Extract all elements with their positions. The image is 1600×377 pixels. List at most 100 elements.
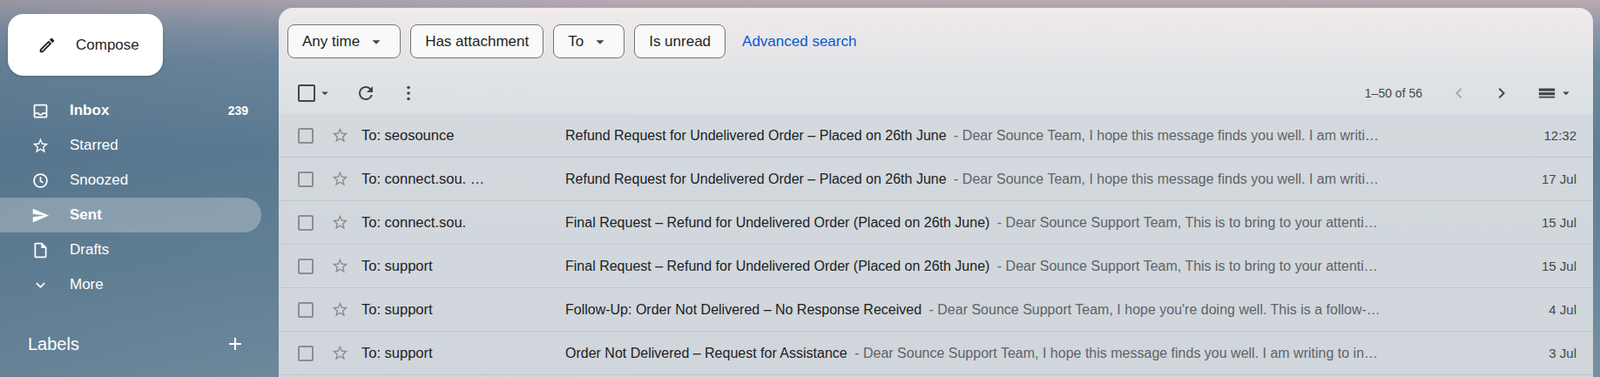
send-icon — [31, 206, 50, 225]
chevron-right-icon[interactable] — [1491, 82, 1513, 104]
recipient: To: seosounce — [361, 127, 566, 144]
inbox-icon — [31, 101, 50, 121]
subject: Follow-Up: Order Not Delivered – No Resp… — [565, 302, 922, 318]
snippet: - Dear Sounce Support Team, This is to b… — [997, 215, 1378, 230]
star-icon[interactable] — [330, 169, 350, 189]
date: 15 Jul — [1506, 258, 1577, 274]
filter-label: Any time — [302, 33, 360, 51]
labels-header: Labels — [0, 323, 262, 365]
recipient: To: connect.sou. — [361, 214, 566, 231]
subject-line: Follow-Up: Order Not Delivered – No Resp… — [565, 302, 1493, 318]
snippet: - Dear Sounce Team, I hope this message … — [953, 128, 1379, 143]
snippet: - Dear Sounce Support Team, I hope you'r… — [929, 302, 1381, 318]
dropdown-caret-icon — [590, 32, 610, 52]
draft-file-icon — [31, 241, 50, 260]
filter-chip[interactable]: Has attachment — [410, 24, 544, 59]
snippet: - Dear Sounce Support Team, This is to b… — [997, 258, 1378, 274]
message-row[interactable]: To: connect.sou. Final Request – Refund … — [278, 201, 1594, 245]
compose-label: Compose — [75, 36, 140, 55]
dropdown-caret-icon — [1558, 85, 1574, 102]
subject-line: Order Not Delivered – Request for Assist… — [565, 345, 1493, 362]
sidebar-item-label: More — [69, 276, 249, 294]
star-icon[interactable] — [330, 213, 350, 232]
select-all-checkbox[interactable] — [297, 84, 333, 102]
filter-label: To — [567, 33, 584, 51]
row-checkbox[interactable] — [297, 302, 314, 318]
row-checkbox[interactable] — [297, 215, 314, 231]
message-row[interactable]: To: support Follow-Up: Order Not Deliver… — [278, 288, 1594, 332]
sidebar-item-label: Inbox — [69, 101, 229, 120]
star-icon[interactable] — [330, 256, 350, 276]
date: 15 Jul — [1506, 215, 1577, 230]
chevron-down-icon — [31, 276, 50, 295]
checkbox-box — [297, 84, 316, 102]
filter-label: Has attachment — [425, 33, 529, 51]
subject-line: Final Request – Refund for Undelivered O… — [565, 258, 1493, 275]
recipient: To: support — [361, 257, 566, 275]
filter-chip[interactable]: Any time — [287, 24, 401, 59]
message-row[interactable]: To: connect.sou. … Refund Request for Un… — [278, 157, 1594, 202]
date: 4 Jul — [1506, 302, 1577, 318]
dropdown-caret-icon — [317, 85, 333, 102]
row-checkbox[interactable] — [297, 128, 314, 144]
labels-title: Labels — [27, 334, 80, 355]
filter-chip[interactable]: To — [553, 24, 625, 59]
chevron-left-icon[interactable] — [1448, 82, 1470, 104]
density-icon — [1537, 83, 1557, 103]
subject-line: Refund Request for Undelivered Order – P… — [565, 171, 1493, 188]
plus-icon[interactable] — [224, 333, 246, 355]
star-icon[interactable] — [330, 300, 350, 319]
clock-icon — [31, 171, 50, 190]
star-icon[interactable] — [330, 126, 350, 145]
row-checkbox[interactable] — [297, 171, 314, 188]
sidebar-item[interactable]: More — [0, 267, 262, 303]
toolbar: 1–50 of 56 — [278, 72, 1594, 115]
sidebar-item-label: Sent — [69, 206, 249, 224]
subject: Order Not Delivered – Request for Assist… — [565, 345, 848, 361]
subject-line: Final Request – Refund for Undelivered O… — [565, 215, 1493, 231]
compose-button[interactable]: Compose — [7, 13, 163, 76]
subject: Refund Request for Undelivered Order – P… — [565, 128, 947, 143]
sidebar-item[interactable]: Sent — [0, 197, 262, 233]
mail-panel: Any time Has attachment To Is unread Adv… — [278, 7, 1594, 377]
subject: Refund Request for Undelivered Order – P… — [565, 171, 947, 187]
message-row[interactable]: To: support Order Not Delivered – Reques… — [278, 331, 1594, 376]
message-list: To: seosounce Refund Request for Undeliv… — [278, 114, 1594, 376]
snippet: - Dear Sounce Team, I hope this message … — [953, 171, 1379, 187]
dropdown-caret-icon — [366, 32, 386, 52]
star-icon — [31, 136, 50, 156]
recipient: To: support — [361, 301, 566, 318]
date: 3 Jul — [1506, 345, 1577, 361]
subject: Final Request – Refund for Undelivered O… — [565, 215, 990, 230]
date: 12:32 — [1506, 128, 1577, 143]
message-row[interactable]: To: support Final Request – Refund for U… — [278, 244, 1594, 289]
sidebar: Compose Inbox 239 Starred Snoozed Sent D… — [0, 0, 279, 377]
advanced-search-link[interactable]: Advanced search — [742, 33, 857, 51]
recipient: To: support — [361, 344, 566, 362]
recipient: To: connect.sou. … — [361, 170, 566, 188]
subject-line: Refund Request for Undelivered Order – P… — [565, 128, 1493, 144]
row-checkbox[interactable] — [297, 258, 314, 275]
unread-count: 239 — [228, 103, 249, 118]
filter-label: Is unread — [648, 33, 711, 51]
sidebar-item[interactable]: Inbox 239 — [0, 93, 262, 129]
row-checkbox[interactable] — [297, 345, 314, 362]
sidebar-item-label: Snoozed — [69, 171, 249, 190]
star-icon[interactable] — [330, 344, 350, 363]
more-vertical-icon[interactable] — [398, 82, 419, 104]
date: 17 Jul — [1506, 171, 1577, 187]
search-filters: Any time Has attachment To Is unread Adv… — [278, 7, 1594, 59]
sidebar-item[interactable]: Snoozed — [0, 162, 262, 198]
sidebar-item[interactable]: Drafts — [0, 232, 262, 268]
filter-chip[interactable]: Is unread — [634, 24, 726, 59]
snippet: - Dear Sounce Support Team, I hope this … — [854, 345, 1378, 361]
refresh-icon[interactable] — [355, 82, 377, 104]
pencil-icon — [37, 35, 57, 55]
density-toggle[interactable] — [1537, 83, 1574, 103]
sidebar-item-label: Starred — [69, 136, 249, 155]
subject: Final Request – Refund for Undelivered O… — [565, 258, 990, 274]
sidebar-item[interactable]: Starred — [0, 128, 262, 163]
pagination-range: 1–50 of 56 — [1364, 86, 1423, 101]
message-row[interactable]: To: seosounce Refund Request for Undeliv… — [278, 114, 1594, 158]
sidebar-item-label: Drafts — [69, 241, 249, 259]
